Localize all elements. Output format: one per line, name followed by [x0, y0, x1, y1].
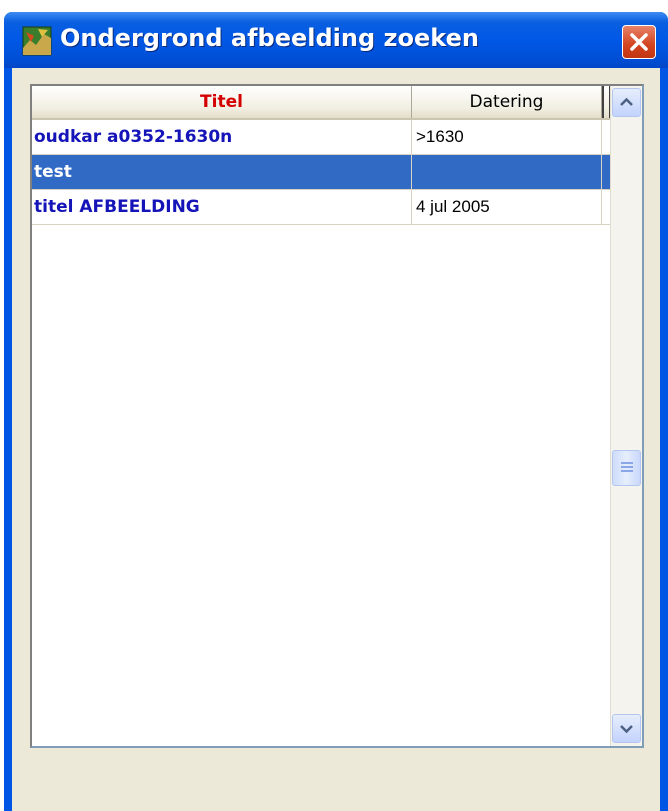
- scroll-up-icon: [620, 97, 633, 106]
- scroll-down-button[interactable]: [612, 714, 641, 743]
- close-icon: [630, 33, 648, 51]
- scroll-down-icon: [620, 725, 633, 734]
- results-grid[interactable]: Titel Datering oudkar a0352-1630n >1630 …: [30, 84, 644, 748]
- vertical-scrollbar[interactable]: [610, 86, 642, 746]
- cell-titel: test: [32, 155, 412, 189]
- table-row[interactable]: oudkar a0352-1630n >1630: [32, 120, 610, 155]
- dialog-window: Ondergrond afbeelding zoeken Titel Dater…: [4, 12, 668, 811]
- scroll-up-button[interactable]: [612, 88, 641, 117]
- column-resize-handle[interactable]: [602, 86, 610, 118]
- title-bar[interactable]: Ondergrond afbeelding zoeken: [4, 12, 668, 68]
- dialog-client-area: Titel Datering oudkar a0352-1630n >1630 …: [12, 68, 660, 811]
- cell-titel: titel AFBEELDING: [32, 190, 412, 224]
- table-row[interactable]: titel AFBEELDING 4 jul 2005: [32, 190, 610, 225]
- cell-datering: [412, 155, 602, 189]
- close-button[interactable]: [622, 25, 656, 59]
- cell-titel: oudkar a0352-1630n: [32, 120, 412, 154]
- scrollbar-grip: [621, 462, 633, 474]
- cell-datering: 4 jul 2005: [412, 190, 602, 224]
- grid-header: Titel Datering: [32, 86, 610, 120]
- column-header-titel[interactable]: Titel: [32, 86, 412, 118]
- window-title: Ondergrond afbeelding zoeken: [60, 24, 479, 52]
- map-icon: [22, 26, 52, 56]
- scrollbar-thumb[interactable]: [612, 450, 641, 486]
- cell-datering: >1630: [412, 120, 602, 154]
- table-row-selected[interactable]: test: [32, 155, 610, 190]
- column-header-datering[interactable]: Datering: [412, 86, 602, 118]
